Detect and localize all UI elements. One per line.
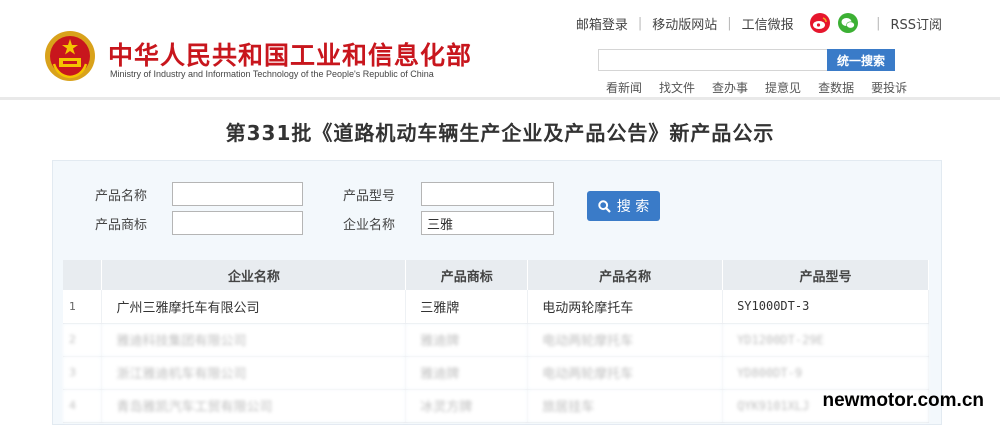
brand-cell: 冰灵方牌 [405,389,529,423]
table-row[interactable]: 2 雅迪科技集团有限公司 雅迪牌 电动两轮摩托车 YD1200DT-29E [63,323,929,357]
miit-weibo-link[interactable]: 工信微报 [742,14,794,33]
row-index: 3 [63,356,103,390]
product-model-label: 产品型号 [343,189,396,204]
quick-link-data[interactable]: 查数据 [818,79,854,96]
query-panel: 产品名称 产品型号 产品商标 企业名称 搜 索 企业名称 产品商标 产品名称 产… [52,160,942,425]
model-cell[interactable]: YD800DT-9 [722,356,929,390]
column-header-company: 企业名称 [101,260,407,290]
page-title: 第331批《道路机动车辆生产企业及产品公告》新产品公示 [225,121,775,145]
search-icon [598,199,611,213]
top-links: 邮箱登录 | 移动版网站 | 工信微报 | | RSS订阅 [576,8,942,38]
column-header-product: 产品名称 [527,260,724,290]
weibo-icon[interactable] [810,13,831,33]
company-cell[interactable]: 雅迪科技集团有限公司 [101,323,407,357]
model-cell[interactable]: SY1000DT-3 [722,290,929,324]
column-header-brand: 产品商标 [405,260,529,290]
row-index: 1 [63,290,103,324]
national-emblem-icon [45,31,95,81]
mobile-site-link[interactable]: 移动版网站 [652,14,717,33]
product-model-input[interactable] [421,182,554,206]
product-brand-label: 产品商标 [95,218,148,233]
brand-cell: 三雅牌 [405,290,529,324]
company-cell[interactable]: 广州三雅摩托车有限公司 [101,290,407,324]
brand-cell: 雅迪牌 [405,323,529,357]
product-cell: 电动两轮摩托车 [527,323,724,357]
quick-link-complaint[interactable]: 要投诉 [871,79,907,96]
site-search-input[interactable] [598,49,827,71]
header-divider [0,97,1000,100]
product-cell: 旅居挂车 [527,389,724,423]
company-cell[interactable]: 浙江雅迪机车有限公司 [101,356,407,390]
quick-link-feedback[interactable]: 提意见 [765,79,801,96]
company-cell[interactable]: 青岛雅凯汽车工贸有限公司 [101,389,407,423]
separator: | [876,15,881,31]
rss-link[interactable]: RSS订阅 [890,14,942,33]
quick-link-services[interactable]: 查办事 [712,79,748,96]
product-name-label: 产品名称 [95,189,148,204]
site-search: 统一搜索 [598,49,895,71]
separator: | [637,15,643,31]
product-cell: 电动两轮摩托车 [527,356,724,390]
site-header: 中华人民共和国工业和信息化部 Ministry of Industry and … [0,0,1000,96]
column-header-index [63,260,103,290]
model-cell[interactable]: YD1200DT-29E [722,323,929,357]
table-row[interactable]: 3 浙江雅迪机车有限公司 雅迪牌 电动两轮摩托车 YD800DT-9 [63,356,929,390]
unified-search-button[interactable]: 统一搜索 [827,49,895,71]
column-header-model: 产品型号 [722,260,929,290]
separator: | [727,15,732,31]
results-table: 企业名称 产品商标 产品名称 产品型号 1 广州三雅摩托车有限公司 三雅牌 电动… [63,260,929,423]
quick-link-news[interactable]: 看新闻 [606,79,642,96]
product-cell: 电动两轮摩托车 [527,290,724,324]
table-row[interactable]: 1 广州三雅摩托车有限公司 三雅牌 电动两轮摩托车 SY1000DT-3 [63,290,929,324]
table-header-row: 企业名称 产品商标 产品名称 产品型号 [63,260,929,290]
quick-link-documents[interactable]: 找文件 [659,79,695,96]
product-name-input[interactable] [172,182,303,206]
row-index: 4 [63,389,103,423]
search-button-label: 搜 索 [616,199,650,215]
quick-links: 看新闻 找文件 查办事 提意见 查数据 要投诉 [606,79,907,96]
site-title[interactable]: 中华人民共和国工业和信息化部 [108,36,472,72]
table-row[interactable]: 4 青岛雅凯汽车工贸有限公司 冰灵方牌 旅居挂车 QYK9101XLJ [63,389,929,423]
search-button[interactable]: 搜 索 [587,191,660,221]
product-brand-input[interactable] [172,211,303,235]
mail-login-link[interactable]: 邮箱登录 [576,14,628,33]
row-index: 2 [63,323,103,357]
brand-cell: 雅迪牌 [405,356,529,390]
company-name-input[interactable] [421,211,554,235]
watermark: newmotor.com.cn [822,390,984,411]
wechat-icon[interactable] [838,13,859,33]
site-subtitle: Ministry of Industry and Information Tec… [110,69,434,79]
company-name-label: 企业名称 [343,218,396,233]
